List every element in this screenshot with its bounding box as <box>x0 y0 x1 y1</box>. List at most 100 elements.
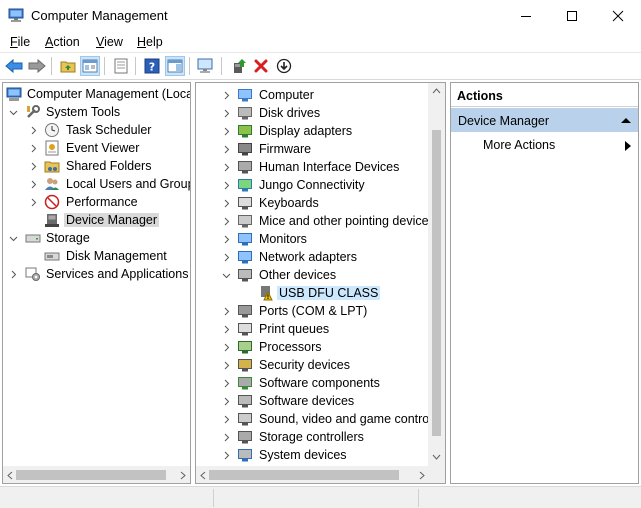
chevron-down-icon[interactable] <box>8 229 18 247</box>
chevron-right-icon[interactable] <box>221 230 231 248</box>
scan-hardware-button[interactable] <box>196 56 216 76</box>
help-button[interactable]: ? <box>142 56 162 76</box>
forward-button[interactable] <box>27 56 47 76</box>
device-category-row[interactable]: Software components <box>196 374 428 392</box>
device-horizontal-scrollbar[interactable] <box>196 466 445 483</box>
tree-label: Task Scheduler <box>66 123 152 137</box>
chevron-right-icon[interactable] <box>221 356 231 374</box>
device-category-label: Software devices <box>259 394 355 408</box>
properties-button[interactable] <box>111 56 131 76</box>
chevron-right-icon[interactable] <box>221 320 231 338</box>
uninstall-device-button[interactable] <box>251 56 271 76</box>
scroll-left-icon[interactable] <box>6 471 14 480</box>
menu-action[interactable]: Action <box>45 35 80 49</box>
device-category-row[interactable]: Other devices <box>196 266 428 284</box>
scroll-thumb[interactable] <box>209 470 399 480</box>
chevron-right-icon[interactable] <box>221 374 231 392</box>
scroll-thumb[interactable] <box>432 130 441 436</box>
device-category-row[interactable]: Mice and other pointing devices <box>196 212 435 230</box>
left-horizontal-scrollbar[interactable] <box>3 466 190 483</box>
device-category-row[interactable]: System devices <box>196 446 428 464</box>
chevron-right-icon[interactable] <box>221 338 231 356</box>
more-actions-item[interactable]: More Actions <box>483 138 555 152</box>
chevron-right-icon[interactable] <box>221 302 231 320</box>
tree-item-storage[interactable]: Storage <box>3 229 190 247</box>
device-vertical-scrollbar[interactable] <box>428 83 445 466</box>
tree-item-performance[interactable]: Performance <box>3 193 190 211</box>
minimize-button[interactable] <box>503 0 549 31</box>
close-button[interactable] <box>595 0 641 31</box>
chevron-right-icon[interactable] <box>221 176 231 194</box>
scroll-right-icon[interactable] <box>179 471 187 480</box>
menu-view[interactable]: View <box>96 35 123 49</box>
tree-item-local-users-and-groups[interactable]: Local Users and Groups <box>3 175 190 193</box>
chevron-right-icon[interactable] <box>221 86 231 104</box>
device-category-row[interactable]: Jungo Connectivity <box>196 176 428 194</box>
tree-item-event-viewer[interactable]: Event Viewer <box>3 139 190 157</box>
show-hide-action-pane-button[interactable] <box>165 56 185 76</box>
up-one-level-button[interactable] <box>58 56 78 76</box>
tree-item-disk-management[interactable]: Disk Management <box>3 247 190 265</box>
scroll-left-icon[interactable] <box>199 471 207 480</box>
actions-group-device-manager[interactable]: Device Manager <box>451 108 638 132</box>
device-category-row[interactable]: USB DFU CLASS <box>196 284 428 302</box>
chevron-right-icon[interactable] <box>221 140 231 158</box>
enable-device-button[interactable] <box>274 56 294 76</box>
device-category-row[interactable]: Security devices <box>196 356 428 374</box>
chevron-right-icon[interactable] <box>221 248 231 266</box>
tree-item-shared-folders[interactable]: Shared Folders <box>3 157 190 175</box>
tree-item-system-tools[interactable]: System Tools <box>3 103 190 121</box>
chevron-right-icon[interactable] <box>221 446 231 464</box>
device-category-row[interactable]: Network adapters <box>196 248 428 266</box>
chevron-down-icon[interactable] <box>8 103 18 121</box>
device-category-row[interactable]: Disk drives <box>196 104 428 122</box>
device-category-row[interactable]: Firmware <box>196 140 428 158</box>
tree-item-task-scheduler[interactable]: Task Scheduler <box>3 121 190 139</box>
show-hide-console-tree-button[interactable] <box>80 56 100 76</box>
back-button[interactable] <box>4 56 24 76</box>
event-viewer-icon <box>45 140 59 156</box>
chevron-right-icon[interactable] <box>221 392 231 410</box>
device-category-row[interactable]: Human Interface Devices <box>196 158 428 176</box>
red-x-icon <box>254 59 268 73</box>
menu-file[interactable]: File <box>10 35 30 49</box>
device-category-row[interactable]: Print queues <box>196 320 428 338</box>
chevron-right-icon[interactable] <box>221 194 231 212</box>
tree-item-computer-management[interactable]: Computer Management (Local <box>3 85 190 103</box>
tree-item-device-manager[interactable]: Device Manager <box>3 211 190 229</box>
collapse-up-icon[interactable] <box>621 117 631 124</box>
device-category-row[interactable]: Display adapters <box>196 122 428 140</box>
chevron-right-icon[interactable] <box>221 212 231 230</box>
chevron-right-icon[interactable] <box>221 428 231 446</box>
device-category-row[interactable]: Keyboards <box>196 194 428 212</box>
maximize-button[interactable] <box>549 0 595 31</box>
device-category-row[interactable]: Sound, video and game controll <box>196 410 435 428</box>
chevron-right-icon[interactable] <box>8 265 18 283</box>
scroll-up-icon[interactable] <box>432 87 441 95</box>
chevron-right-icon[interactable] <box>221 158 231 176</box>
menu-help[interactable]: Help <box>137 35 163 49</box>
chevron-right-icon[interactable] <box>28 175 38 193</box>
tree-label: Local Users and Groups <box>66 177 191 191</box>
chevron-down-icon[interactable] <box>221 266 231 284</box>
toolbar: ? <box>0 53 641 80</box>
chevron-right-icon[interactable] <box>28 157 38 175</box>
monitor-icon <box>238 233 252 246</box>
device-category-row[interactable]: Processors <box>196 338 428 356</box>
device-category-row[interactable]: Ports (COM & LPT) <box>196 302 428 320</box>
device-category-row[interactable]: Monitors <box>196 230 428 248</box>
chevron-right-icon[interactable] <box>221 122 231 140</box>
update-driver-button[interactable] <box>229 56 249 76</box>
device-category-row[interactable]: Storage controllers <box>196 428 428 446</box>
chevron-right-icon[interactable] <box>221 410 231 428</box>
device-category-row[interactable]: Software devices <box>196 392 428 410</box>
chevron-right-icon[interactable] <box>28 121 38 139</box>
chevron-right-icon[interactable] <box>221 104 231 122</box>
chevron-right-icon[interactable] <box>28 139 38 157</box>
scroll-down-icon[interactable] <box>432 453 441 461</box>
scroll-thumb[interactable] <box>16 470 166 480</box>
tree-item-services-and-applications[interactable]: Services and Applications <box>3 265 190 283</box>
device-category-row[interactable]: Computer <box>196 86 428 104</box>
scroll-right-icon[interactable] <box>418 471 426 480</box>
chevron-right-icon[interactable] <box>28 193 38 211</box>
